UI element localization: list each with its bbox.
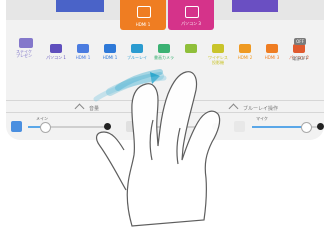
thumb [95, 131, 127, 191]
swipe-gesture-hand [93, 69, 221, 227]
hand-fingers [126, 71, 221, 227]
